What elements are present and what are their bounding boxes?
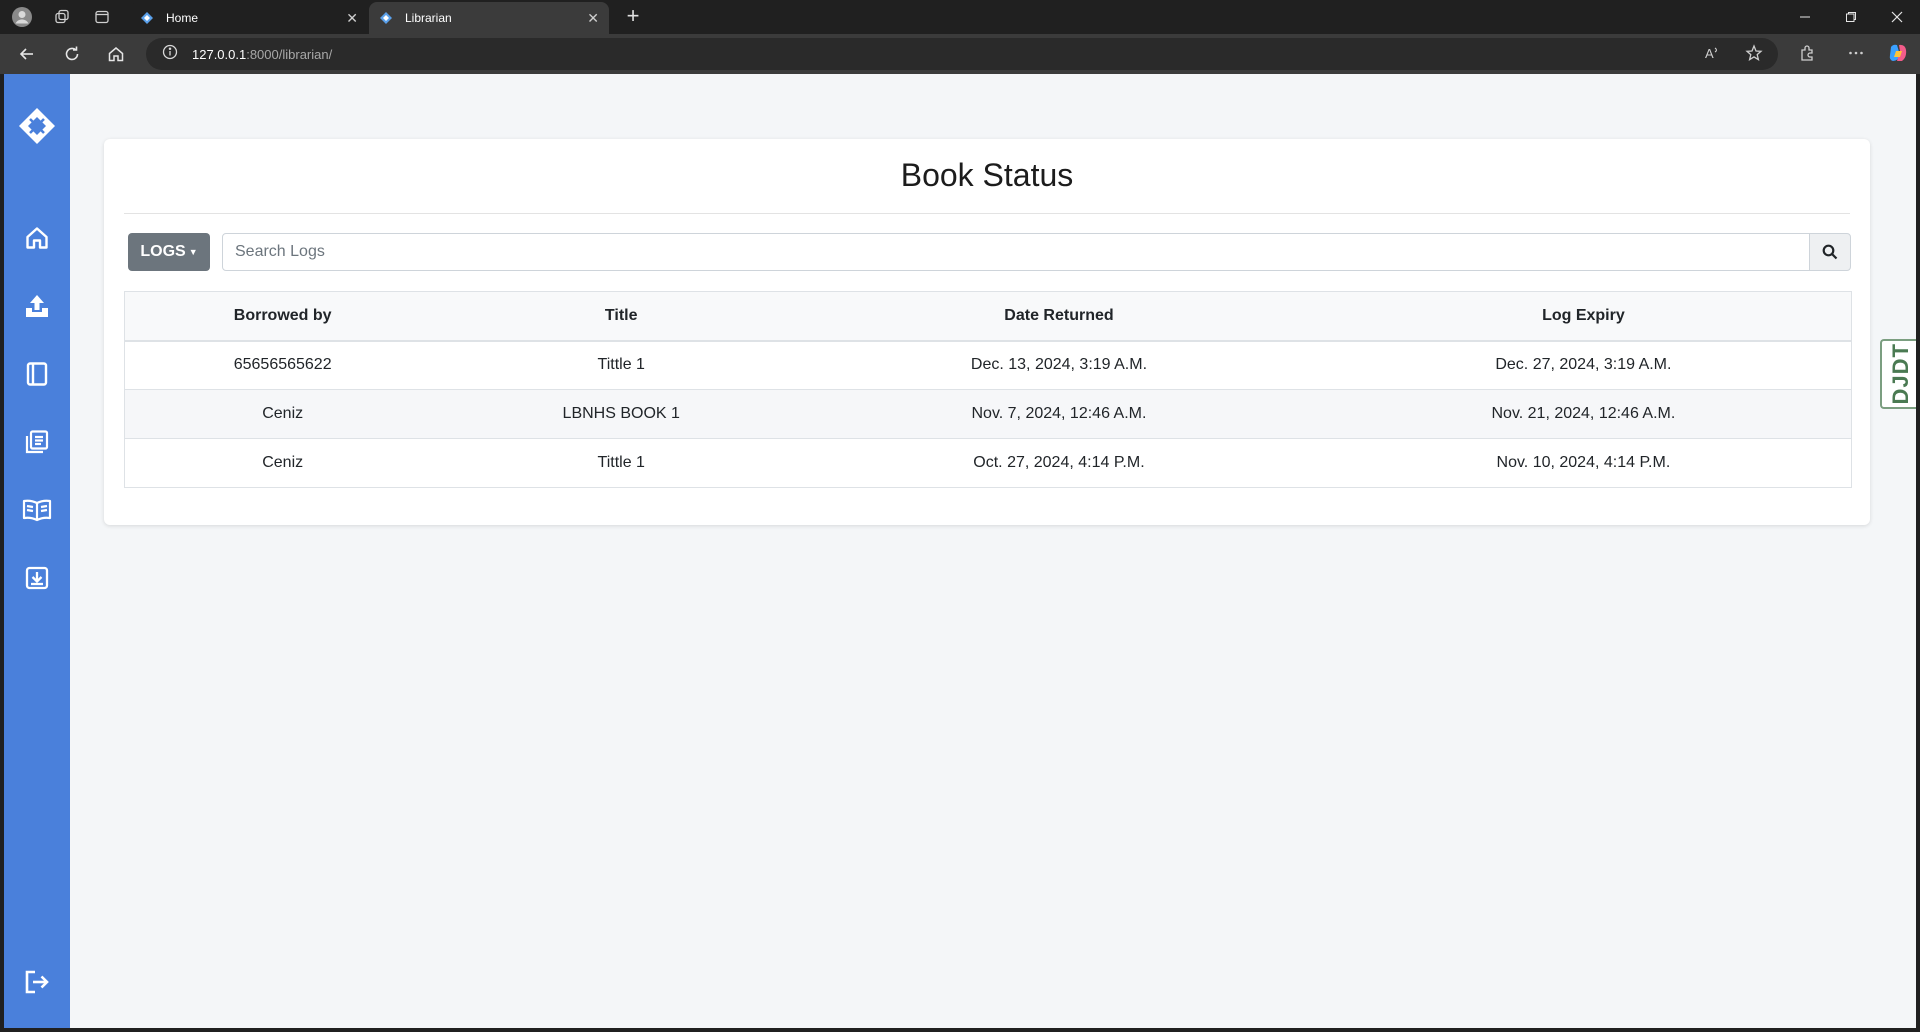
workspaces-icon[interactable] <box>50 5 74 29</box>
table-row: 65656565622 Tittle 1 Dec. 13, 2024, 3:19… <box>124 340 1852 390</box>
site-favicon-icon <box>140 11 154 25</box>
table-cell: Nov. 7, 2024, 12:46 A.M. <box>802 389 1316 439</box>
minimize-icon[interactable] <box>1782 0 1828 34</box>
tab-label: Home <box>166 11 199 25</box>
read-aloud-icon[interactable]: A <box>1700 40 1726 66</box>
table-cell: Ceniz <box>124 438 441 488</box>
browser-nav-bar: 127.0.0.1:8000/librarian/ A <box>0 34 1920 74</box>
upload-icon[interactable] <box>21 290 53 322</box>
copilot-icon[interactable] <box>1885 40 1911 66</box>
book-status-table: Borrowed by Title Date Returned Log Expi… <box>124 291 1852 488</box>
table-row: Ceniz LBNHS BOOK 1 Nov. 7, 2024, 12:46 A… <box>124 389 1852 439</box>
logs-button-label: LOGS <box>140 243 186 260</box>
tab-librarian[interactable]: Librarian ✕ <box>369 2 609 34</box>
book-icon[interactable] <box>21 358 53 390</box>
restore-icon[interactable] <box>1828 0 1874 34</box>
close-tab-icon[interactable]: ✕ <box>346 10 358 27</box>
book-status-card: Book Status LOGS▼ Borrowed by Title Date… <box>104 139 1870 525</box>
search-input[interactable] <box>222 233 1810 271</box>
tab-actions-icon[interactable] <box>90 5 114 29</box>
search-button[interactable] <box>1809 233 1851 271</box>
page-title: Book Status <box>900 157 1074 193</box>
caret-down-icon: ▼ <box>188 247 198 257</box>
column-header[interactable]: Date Returned <box>802 291 1316 342</box>
address-bar[interactable]: 127.0.0.1:8000/librarian/ <box>146 38 1778 70</box>
debug-toolbar-label: DJDT <box>1888 343 1913 405</box>
url-host: 127.0.0.1 <box>192 46 247 62</box>
table-header-row: Borrowed by Title Date Returned Log Expi… <box>124 291 1852 342</box>
column-header[interactable]: Log Expiry <box>1315 291 1852 342</box>
table-cell: Tittle 1 <box>440 340 803 390</box>
url-path: :8000/librarian/ <box>246 46 333 62</box>
table-cell: Tittle 1 <box>440 438 803 488</box>
open-book-icon[interactable] <box>21 494 53 526</box>
table-cell: Nov. 10, 2024, 4:14 P.M. <box>1315 438 1852 488</box>
table-row: Ceniz Tittle 1 Oct. 27, 2024, 4:14 P.M. … <box>124 438 1852 488</box>
table-cell: Dec. 27, 2024, 3:19 A.M. <box>1315 340 1852 390</box>
tab-home[interactable]: Home ✕ <box>130 2 368 34</box>
browser-tab-bar: Home ✕ Librarian ✕ + <box>0 0 1920 34</box>
list-icon[interactable] <box>21 426 53 458</box>
svg-text:A: A <box>1705 46 1714 61</box>
search-icon <box>1822 244 1838 260</box>
tab-label: Librarian <box>405 11 452 25</box>
table-cell: Ceniz <box>124 389 441 439</box>
extensions-icon[interactable] <box>1794 40 1820 66</box>
site-info-icon[interactable] <box>162 44 178 65</box>
home-icon[interactable] <box>21 222 53 254</box>
table-cell: Nov. 21, 2024, 12:46 A.M. <box>1315 389 1852 439</box>
table-cell: 65656565622 <box>124 340 441 390</box>
table-cell: LBNHS BOOK 1 <box>440 389 803 439</box>
column-header[interactable]: Borrowed by <box>124 291 441 342</box>
logs-dropdown-button[interactable]: LOGS ▼ <box>128 233 210 271</box>
site-favicon-icon <box>379 11 393 25</box>
close-tab-icon[interactable]: ✕ <box>587 10 599 27</box>
home-button-icon[interactable] <box>102 40 130 68</box>
refresh-icon[interactable] <box>58 40 86 68</box>
logo-icon[interactable] <box>15 104 59 148</box>
sidebar <box>4 74 70 1028</box>
page-viewport: Book Status LOGS▼ Borrowed by Title Date… <box>4 74 1916 1028</box>
more-options-icon[interactable] <box>1843 40 1869 66</box>
new-tab-button[interactable]: + <box>620 4 646 30</box>
column-header[interactable]: Title <box>440 291 803 342</box>
title-divider <box>124 213 1850 214</box>
table-cell: Oct. 27, 2024, 4:14 P.M. <box>802 438 1316 488</box>
logout-icon[interactable] <box>21 966 53 998</box>
download-box-icon[interactable] <box>21 562 53 594</box>
favorite-star-icon[interactable] <box>1741 40 1767 66</box>
back-icon[interactable] <box>13 40 41 68</box>
debug-toolbar-handle[interactable]: DJDT <box>1880 339 1916 409</box>
close-window-icon[interactable] <box>1874 0 1920 34</box>
profile-icon[interactable] <box>10 5 34 29</box>
table-cell: Dec. 13, 2024, 3:19 A.M. <box>802 340 1316 390</box>
